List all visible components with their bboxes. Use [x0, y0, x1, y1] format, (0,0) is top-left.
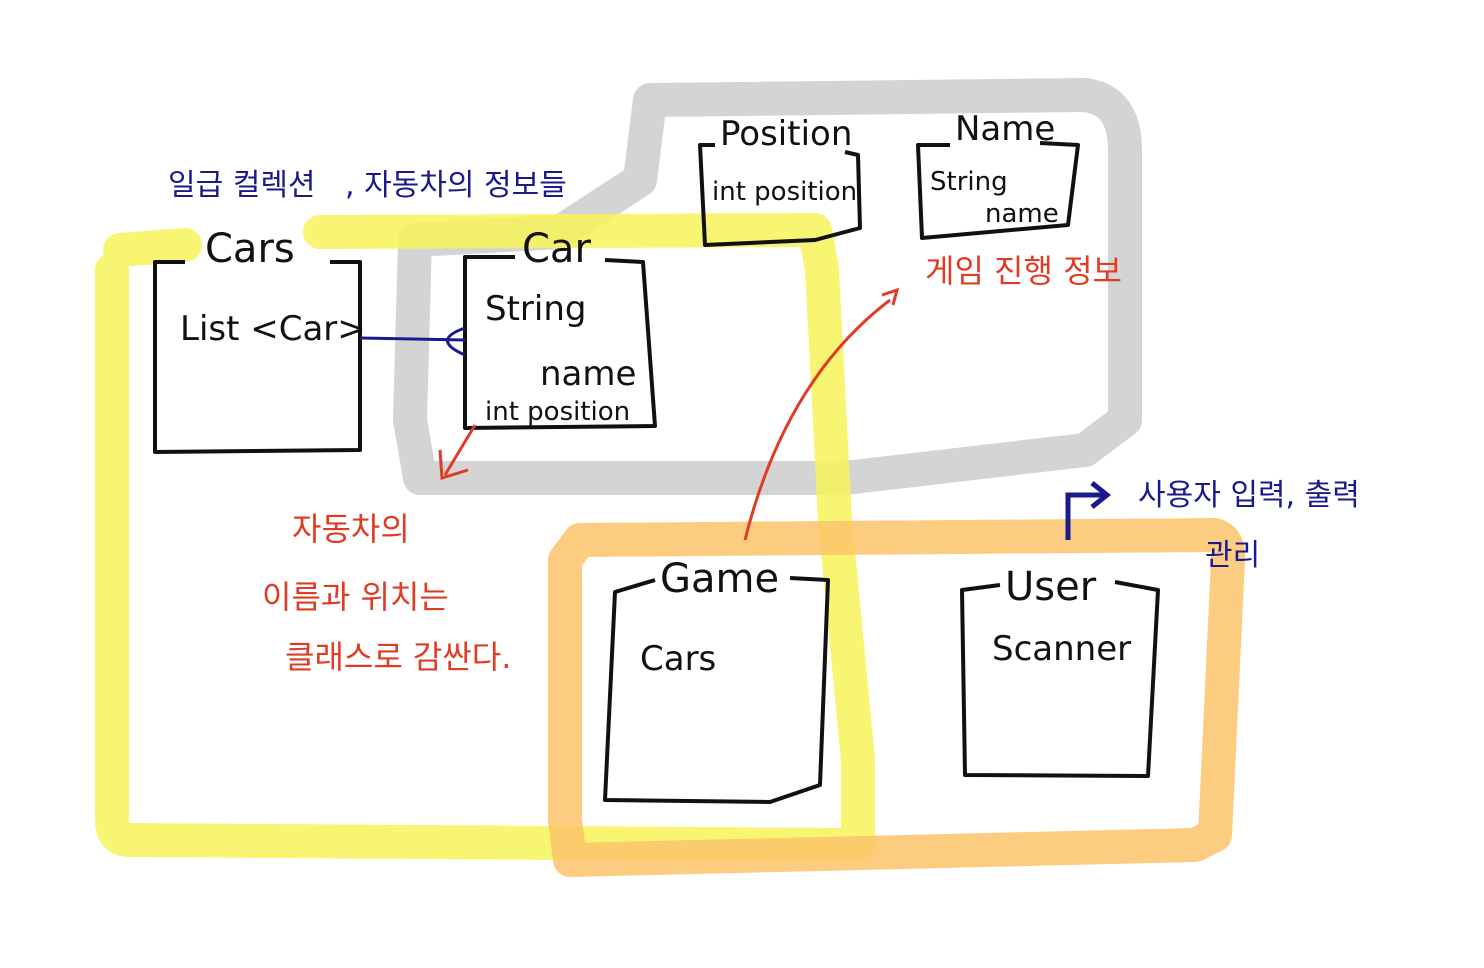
class-position-name: Position	[720, 114, 852, 154]
class-cars-name: Cars	[205, 226, 295, 272]
class-user-field-scanner: Scanner	[992, 629, 1131, 669]
note-wrap-line2: 이름과 위치는	[262, 578, 449, 616]
class-name-name: Name	[955, 109, 1055, 149]
class-position-field: int position	[712, 177, 857, 207]
class-user-name: User	[1005, 564, 1097, 610]
class-game-name: Game	[660, 556, 779, 602]
class-name-field-string: String	[930, 167, 1008, 197]
class-user: User Scanner	[960, 564, 1160, 778]
diagram-canvas: Cars List <Car> Car String name int posi…	[95, 78, 1360, 877]
class-game-field-cars: Cars	[640, 639, 716, 679]
class-name-field-name: name	[985, 199, 1059, 229]
class-car: Car String name int position	[463, 226, 657, 430]
class-cars-box	[153, 260, 362, 454]
note-first-class-collection: 일급 컬렉션	[168, 168, 316, 203]
class-car-field-string: String	[485, 289, 586, 329]
class-car-field-name: name	[540, 354, 636, 394]
class-car-name: Car	[522, 226, 591, 272]
note-wrap-line1: 자동차의	[292, 510, 410, 548]
class-cars-field-list: List <Car>	[180, 309, 366, 349]
class-game: Game Cars	[603, 556, 830, 804]
note-user-io-line1: 사용자 입력, 출력	[1138, 478, 1360, 513]
note-game-progress: 게임 진행 정보	[925, 252, 1122, 290]
note-user-io-line2: 관리	[1205, 538, 1260, 573]
class-car-field-position: int position	[485, 397, 630, 427]
class-game-box	[603, 576, 830, 804]
note-car-info: , 자동차의 정보들	[345, 168, 567, 203]
class-user-box	[960, 580, 1160, 778]
class-name: Name String name	[916, 109, 1080, 240]
note-wrap-line3: 클래스로 감싼다.	[285, 638, 511, 676]
